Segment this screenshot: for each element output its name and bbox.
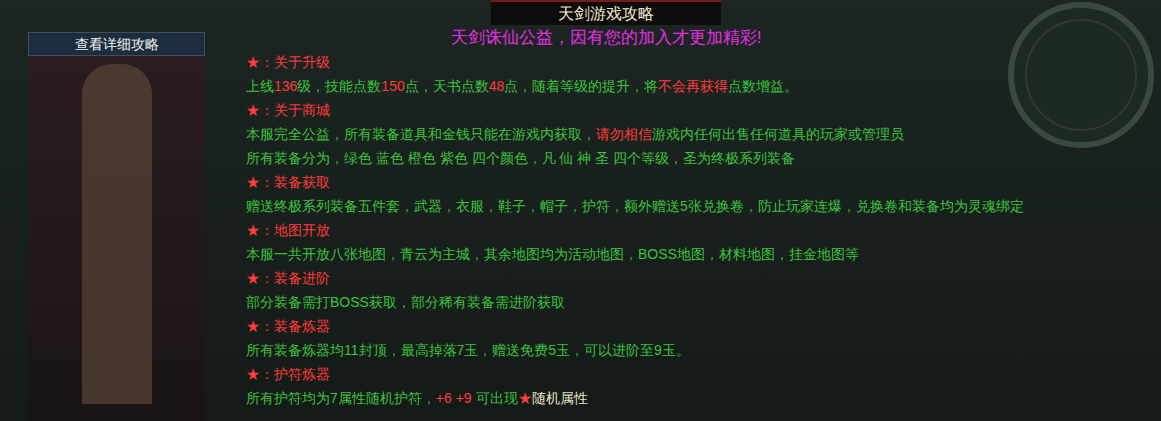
text-segment: ★：关于商城 [246, 98, 330, 122]
text-segment: 随机属性 [532, 386, 588, 410]
section-heading: ★：护符炼器 [246, 362, 1161, 386]
section-text: 本服一共开放八张地图，青云为主城，其余地图均为活动地图，BOSS地图，材料地图，… [246, 242, 1161, 266]
text-segment: 赠送终极系列装备五件套，武器，衣服，鞋子，帽子，护符，额外赠送5张兑换卷，防止玩… [246, 194, 1024, 218]
text-segment: 136 [274, 74, 297, 98]
text-segment: 上线 [246, 74, 274, 98]
section-text: 所有装备炼器均11封顶，最高掉落7玉，赠送免费5玉，可以进阶至9玉。 [246, 338, 1161, 362]
text-segment: 不会再获得 [658, 74, 728, 98]
title-bar: 天剑游戏攻略 [491, 0, 721, 25]
character-figure [82, 64, 152, 404]
minimap-icon[interactable] [981, 0, 1161, 180]
text-segment: 请勿相信 [596, 122, 652, 146]
text-segment: 游戏内任何出售任何道具的玩家或管理员 [652, 122, 904, 146]
text-segment: ★：关于升级 [246, 50, 330, 74]
guide-detail-button[interactable]: 查看详细攻略 [28, 32, 205, 56]
text-segment: 所有护符均为7属性随机护符， [246, 386, 436, 410]
text-segment: 级，技能点数 [297, 74, 381, 98]
guide-title: 天剑游戏攻略 [558, 6, 654, 22]
character-portrait [28, 56, 205, 421]
text-segment: 部分装备需打BOSS获取，部分稀有装备需进阶获取 [246, 290, 565, 314]
text-segment: 本服完全公益，所有装备道具和金钱只能在游戏内获取， [246, 122, 596, 146]
text-segment: 本服一共开放八张地图，青云为主城，其余地图均为活动地图，BOSS地图，材料地图，… [246, 242, 859, 266]
side-panel: 查看详细攻略 [0, 0, 205, 421]
text-segment: 点，随着等级的提升，将 [504, 74, 658, 98]
text-segment: ★：装备获取 [246, 170, 330, 194]
section-text: 所有护符均为7属性随机护符，+6 +9 可出现★随机属性 [246, 386, 1161, 410]
text-segment: ★：地图开放 [246, 218, 330, 242]
text-segment: +6 +9 [436, 386, 472, 410]
guide-subtitle: 天剑诛仙公益，因有您的加入才更加精彩! [451, 29, 762, 46]
text-segment: ★ [518, 386, 532, 410]
text-segment: 48 [489, 74, 505, 98]
section-heading: ★：装备获取 [246, 170, 1161, 194]
text-segment: 所有装备分为，绿色 蓝色 橙色 紫色 四个颜色，凡 仙 神 圣 四个等级，圣为终… [246, 146, 795, 170]
text-segment: ★：装备炼器 [246, 314, 330, 338]
text-segment: 所有装备炼器均11封顶，最高掉落7玉，赠送免费5玉，可以进阶至9玉。 [246, 338, 690, 362]
section-heading: ★：地图开放 [246, 218, 1161, 242]
section-heading: ★：装备炼器 [246, 314, 1161, 338]
text-segment: 可出现 [472, 386, 518, 410]
section-text: 所有装备分为，绿色 蓝色 橙色 紫色 四个颜色，凡 仙 神 圣 四个等级，圣为终… [246, 146, 1161, 170]
section-heading: ★：装备进阶 [246, 266, 1161, 290]
section-text: 部分装备需打BOSS获取，部分稀有装备需进阶获取 [246, 290, 1161, 314]
text-segment: ★：护符炼器 [246, 362, 330, 386]
text-segment: 点数增益。 [728, 74, 798, 98]
text-segment: ★：装备进阶 [246, 266, 330, 290]
section-text: 赠送终极系列装备五件套，武器，衣服，鞋子，帽子，护符，额外赠送5张兑换卷，防止玩… [246, 194, 1161, 218]
text-segment: 点，天书点数 [405, 74, 489, 98]
text-segment: 150 [381, 74, 404, 98]
section-text: 本服完全公益，所有装备道具和金钱只能在游戏内获取，请勿相信游戏内任何出售任何道具… [246, 122, 1161, 146]
